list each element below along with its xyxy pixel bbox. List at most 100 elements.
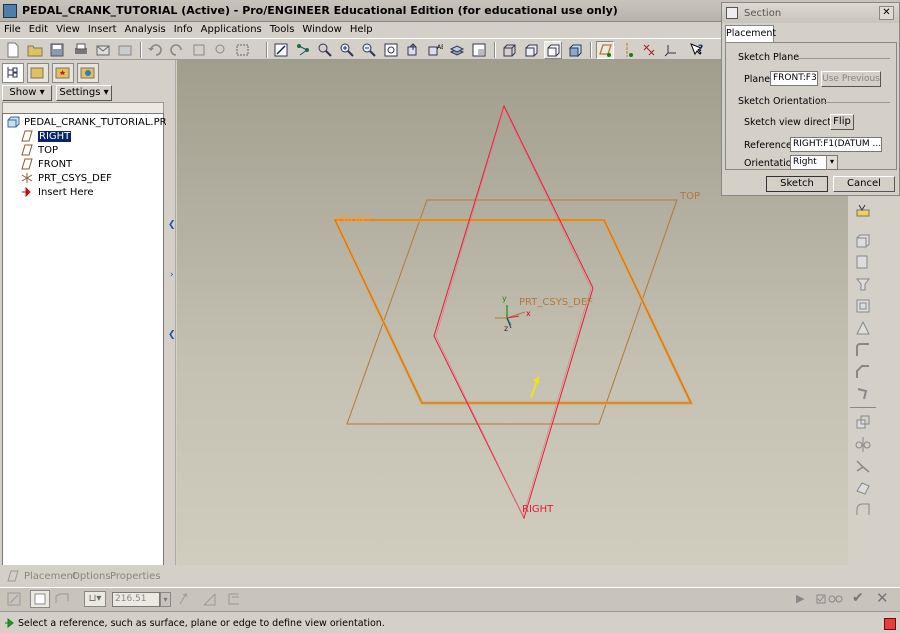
surface-toggle-icon[interactable] [54,591,70,607]
accept-check-icon[interactable]: ✔ [852,590,864,606]
datum-axes-toggle-icon[interactable] [618,41,636,59]
tab-dash-placement[interactable]: Placement [24,571,77,582]
cancel-button[interactable]: Cancel [833,176,895,192]
print-icon[interactable] [72,41,90,59]
zoom-out-icon[interactable] [360,41,378,59]
menu-applications[interactable]: Applications [197,22,266,38]
thicken-icon[interactable] [226,591,242,607]
draft-icon[interactable] [854,319,872,337]
blend-icon[interactable] [854,297,872,315]
flip-button[interactable]: Flip [830,114,854,130]
find-icon[interactable] [212,41,230,59]
folder-browser-tab-icon[interactable] [27,63,49,83]
menu-view[interactable]: View [52,22,84,38]
regenerate-icon[interactable] [190,41,208,59]
layers-icon[interactable] [448,41,466,59]
model-tree: PEDAL_CRANK_TUTORIAL.PRT RIGHT TOP FRONT… [2,113,172,577]
save-icon[interactable] [48,41,66,59]
connections-tab-icon[interactable] [77,63,99,83]
merge-icon[interactable] [854,457,872,475]
menu-info[interactable]: Info [170,22,197,38]
depth-value-field[interactable]: 216.51 [112,592,160,607]
orient-mode-icon[interactable] [316,41,334,59]
new-file-icon[interactable] [4,41,22,59]
mirror-icon[interactable] [854,435,872,453]
solid-toggle-icon[interactable] [30,590,50,608]
chevron-down-icon[interactable]: ▾ [160,592,171,607]
dashboard-bar: ⊔▾ 216.51 ▾ ▶ ✔ ✕ [0,587,900,611]
use-previous-button[interactable]: Use Previous [821,71,881,87]
reference-field[interactable]: RIGHT:F1(DATUM ... [790,137,882,152]
panel-splitter[interactable]: ❮ › ❮ [166,60,176,565]
extrude-icon[interactable] [854,231,872,249]
menu-help[interactable]: Help [346,22,377,38]
saved-views-icon[interactable]: AB [426,41,445,59]
round-icon[interactable] [854,341,872,359]
tab-dash-properties[interactable]: Properties [110,571,161,582]
menu-bar: File Edit View Insert Analysis Info Applicatio… [0,22,722,38]
menu-tools[interactable]: Tools [266,22,299,38]
menu-file[interactable]: File [0,22,25,38]
reorient-icon[interactable] [404,41,422,59]
flip-direction-icon[interactable] [178,591,194,607]
show-menu-button[interactable]: Show ▾ [2,85,52,101]
zoom-in-icon[interactable] [338,41,356,59]
shell-icon[interactable] [854,385,872,403]
depth-option-icon[interactable]: ⊔▾ [84,591,106,607]
collapse-arrow-icon[interactable]: ❮ [168,330,176,344]
pause-play-icon[interactable]: ▶ [796,592,804,605]
cancel-x-icon[interactable]: ✕ [876,589,889,607]
dialog-close-icon[interactable]: ✕ [879,6,894,20]
tree-item-csys[interactable]: PRT_CSYS_DEF [20,172,112,186]
tab-dash-options[interactable]: Options [72,571,111,582]
hidden-line-icon[interactable] [522,41,540,59]
sketch-mode-icon[interactable] [272,41,290,59]
menu-edit[interactable]: Edit [25,22,52,38]
spin-center-icon[interactable] [294,41,312,59]
refit-icon[interactable] [382,41,400,59]
no-hidden-icon[interactable] [544,41,562,59]
open-folder-icon[interactable] [26,41,44,59]
menu-window[interactable]: Window [298,22,345,38]
sweep-icon[interactable] [854,275,872,293]
select-box-icon[interactable] [234,41,262,59]
email-link-icon[interactable] [116,41,134,59]
datum-points-toggle-icon[interactable] [640,41,658,59]
tree-item-part[interactable]: PEDAL_CRANK_TUTORIAL.PRT [6,116,172,130]
stop-signal-icon[interactable] [884,618,896,630]
plane-field[interactable]: FRONT:F3 [770,71,818,86]
menu-analysis[interactable]: Analysis [121,22,170,38]
trim-icon[interactable] [854,479,872,497]
favorites-tab-icon[interactable] [52,63,74,83]
email-icon[interactable] [94,41,112,59]
revolve-icon[interactable] [854,253,872,271]
view-manager-icon[interactable] [470,41,488,59]
undo-icon[interactable] [146,41,164,59]
shading-icon[interactable] [566,41,584,59]
sketch-dashboard-icon[interactable] [6,591,22,607]
collapse-arrow-icon[interactable]: ❮ [168,220,176,234]
model-tree-tab-icon[interactable] [2,63,24,83]
chevron-down-icon[interactable]: ▾ [826,156,837,169]
sketch-tool-icon[interactable] [854,201,872,219]
expand-arrow-icon[interactable]: › [170,270,176,284]
tree-item-front[interactable]: FRONT [20,158,72,172]
tree-item-top[interactable]: TOP [20,144,58,158]
chamfer-icon[interactable] [854,363,872,381]
remove-material-icon[interactable] [202,591,218,607]
tree-item-insert-here[interactable]: Insert Here [20,186,94,200]
csys-toggle-icon[interactable] [662,41,680,59]
sketch-button[interactable]: Sketch [766,176,828,192]
preview-icon[interactable] [815,591,845,607]
redo-icon[interactable] [168,41,186,59]
wireframe-icon[interactable] [500,41,518,59]
pattern-icon[interactable] [854,413,872,431]
csys-label: PRT_CSYS_DEF [519,297,593,308]
context-help-icon[interactable]: ? [688,41,706,59]
offset-icon[interactable] [854,501,872,519]
menu-insert[interactable]: Insert [84,22,121,38]
settings-menu-button[interactable]: Settings ▾ [56,85,112,101]
tree-item-right[interactable]: RIGHT [20,130,72,144]
datum-planes-toggle-icon[interactable] [596,41,614,59]
tab-placement[interactable]: Placement [725,25,776,42]
